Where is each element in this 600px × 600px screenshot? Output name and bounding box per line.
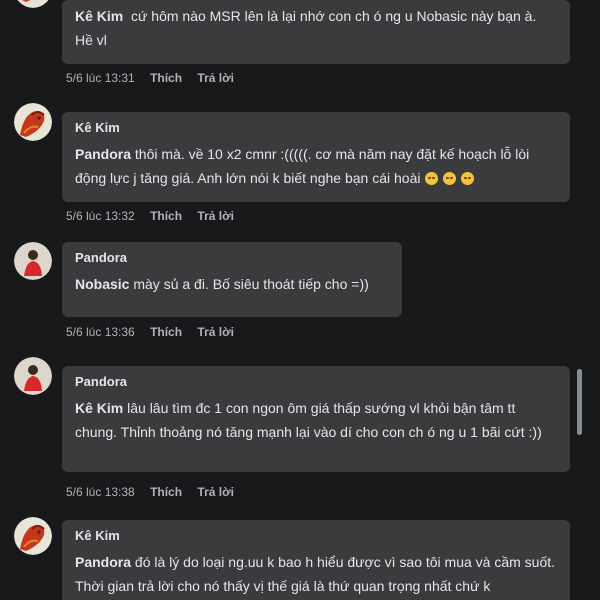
avatar[interactable]	[14, 242, 52, 280]
dragon-avatar-icon	[17, 0, 49, 8]
comment-text: đó là lý do loại ng.uu k bao h hiểu được…	[75, 554, 556, 594]
comment-bubble: Pandora Nobasic mày sủ a đi. Bố siêu tho…	[62, 242, 402, 317]
person-avatar-icon	[14, 357, 52, 395]
author-name[interactable]: Pandora	[75, 249, 390, 267]
mention-tag[interactable]: Pandora	[75, 146, 131, 162]
comment-bubble: Pandora Kê Kim lâu lâu tìm đc 1 con ngon…	[62, 366, 570, 472]
person-avatar-icon	[14, 242, 52, 280]
mention-tag[interactable]: Pandora	[75, 554, 131, 570]
timestamp[interactable]: 5/6 lúc 13:31	[66, 71, 135, 85]
mention-tag[interactable]: Kê Kim	[75, 400, 123, 416]
smile-emoji-icon	[443, 172, 457, 185]
timestamp[interactable]: 5/6 lúc 13:36	[66, 325, 135, 339]
smile-emoji-icon	[425, 172, 439, 185]
comment-thread: Kê Kim cứ hôm nào MSR lên là lại nhớ con…	[0, 0, 600, 600]
comment-meta: 5/6 lúc 13:38 Thích Trả lời	[66, 485, 246, 499]
smile-emoji-icon	[461, 172, 475, 185]
comment-text: cứ hôm nào MSR lên là lại nhớ con ch ó n…	[75, 8, 537, 48]
comment-text: mày sủ a đi. Bố siêu thoát tiếp cho =))	[133, 276, 369, 292]
comment-bubble: Kê Kim Pandora đó là lý do loại ng.uu k …	[62, 520, 570, 600]
like-button[interactable]: Thích	[150, 485, 182, 499]
like-button[interactable]: Thích	[150, 209, 182, 223]
dragon-avatar-icon	[14, 517, 52, 555]
avatar[interactable]	[14, 357, 52, 395]
comment-meta: 5/6 lúc 13:31 Thích Trả lời	[66, 71, 246, 85]
reply-button[interactable]: Trả lời	[197, 485, 234, 499]
reply-button[interactable]: Trả lời	[197, 71, 234, 85]
timestamp[interactable]: 5/6 lúc 13:38	[66, 485, 135, 499]
reply-button[interactable]: Trả lời	[197, 209, 234, 223]
reply-button[interactable]: Trả lời	[197, 325, 234, 339]
author-name[interactable]: Pandora	[75, 373, 558, 391]
scrollbar-thumb[interactable]	[577, 369, 582, 435]
dragon-avatar-icon	[14, 103, 52, 141]
like-button[interactable]: Thích	[150, 325, 182, 339]
author-name[interactable]: Kê Kim	[75, 527, 558, 545]
avatar[interactable]	[14, 103, 52, 141]
like-button[interactable]: Thích	[150, 71, 182, 85]
comment-bubble: Kê Kim cứ hôm nào MSR lên là lại nhớ con…	[62, 0, 570, 64]
author-name[interactable]: Kê Kim	[75, 119, 558, 137]
timestamp[interactable]: 5/6 lúc 13:32	[66, 209, 135, 223]
comment-meta: 5/6 lúc 13:36 Thích Trả lời	[66, 325, 246, 339]
comment-bubble: Kê Kim Pandora thôi mà. về 10 x2 cmnr :(…	[62, 112, 570, 202]
avatar[interactable]	[14, 517, 52, 555]
mention-tag[interactable]: Nobasic	[75, 276, 129, 292]
comment-meta: 5/6 lúc 13:32 Thích Trả lời	[66, 209, 246, 223]
author-name[interactable]: Kê Kim	[75, 8, 123, 24]
comment-text: lâu lâu tìm đc 1 con ngon ôm giá thấp sư…	[75, 400, 542, 440]
avatar[interactable]	[14, 0, 52, 8]
